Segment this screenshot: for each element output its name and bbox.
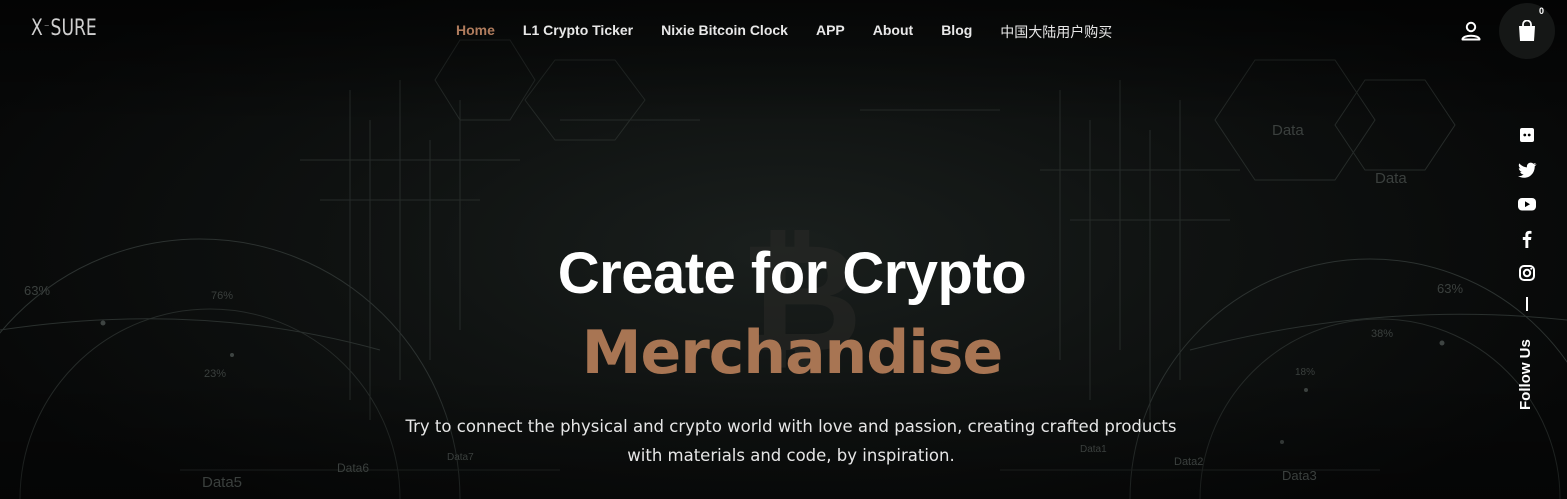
nav-item-l1-crypto-ticker[interactable]: L1 Crypto Ticker [523,22,633,42]
bg-label: Data6 [337,461,370,475]
user-icon [1461,21,1481,41]
discord-link[interactable] [1516,124,1538,146]
logo-text-mid: — [44,22,50,29]
bg-label: Data [1272,122,1304,139]
nav-item-china-purchase[interactable]: 中国大陆用户购买 [1000,22,1112,42]
nav-item-nixie-bitcoin-clock[interactable]: Nixie Bitcoin Clock [661,22,788,42]
bg-label: Data [1375,170,1407,187]
youtube-icon [1518,198,1536,211]
bg-label: Data3 [1282,468,1317,483]
nav-item-blog[interactable]: Blog [941,22,972,42]
hero-description: Try to connect the physical and crypto w… [405,417,1177,465]
twitter-link[interactable] [1516,159,1538,181]
nav-item-about[interactable]: About [873,22,913,42]
twitter-icon [1518,162,1537,178]
logo-text-left: X [31,16,43,41]
account-button[interactable] [1459,19,1483,43]
site-logo[interactable]: X —SURE [31,16,97,41]
cart-count-badge: 0 [1539,6,1545,16]
discord-icon [1520,128,1534,142]
logo-text-right: SURE [50,16,97,41]
nav-item-home[interactable]: Home [456,22,495,42]
cart-button[interactable] [1499,3,1555,59]
hero-title: Create for Crypto [557,241,1027,306]
site-header: X —SURE Home L1 Crypto Ticker Nixie Bitco… [0,0,1567,62]
youtube-link[interactable] [1516,193,1538,215]
hero-subtitle: Merchandise [581,318,1003,388]
nav-item-app[interactable]: APP [816,22,845,42]
main-nav: Home L1 Crypto Ticker Nixie Bitcoin Cloc… [456,22,1112,42]
shopping-bag-icon [1519,20,1535,41]
bg-label: Data5 [202,474,243,491]
